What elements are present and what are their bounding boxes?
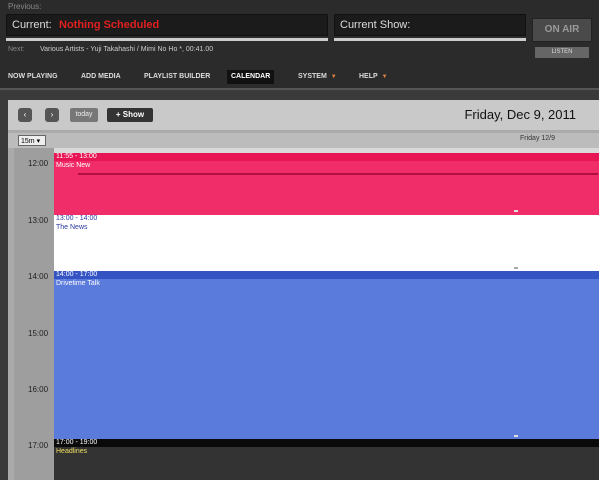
nav-divider bbox=[0, 88, 599, 90]
day-column-header: Friday 12/9 bbox=[520, 135, 556, 142]
nav-playlist-builder[interactable]: PLAYLIST BUILDER bbox=[140, 70, 214, 84]
current-progress-bar bbox=[6, 38, 328, 41]
current-show-label: Current Show: bbox=[340, 19, 411, 31]
event-time: 13:00 - 14:00 bbox=[54, 215, 599, 223]
plus-icon: + bbox=[115, 110, 121, 119]
nav-help[interactable]: HELP ▼ bbox=[355, 70, 392, 84]
nav-add-media[interactable]: ADD MEDIA bbox=[77, 70, 125, 84]
next-label: Next: bbox=[8, 46, 25, 53]
main-nav: NOW PLAYING ADD MEDIA PLAYLIST BUILDER C… bbox=[0, 67, 599, 87]
show-progress-bar bbox=[334, 38, 526, 41]
current-track-box: Current: Nothing Scheduled bbox=[6, 14, 328, 36]
today-button[interactable]: today bbox=[70, 108, 98, 122]
chevron-right-icon: › bbox=[50, 110, 54, 119]
calendar-event[interactable]: 11:55 - 13:00 Music New bbox=[54, 153, 599, 215]
resize-handle[interactable] bbox=[514, 210, 518, 212]
current-value: Nothing Scheduled bbox=[59, 19, 160, 31]
calendar-toolbar: ‹ › today + Show Friday, Dec 9, 2011 bbox=[8, 100, 599, 130]
nav-now-playing[interactable]: NOW PLAYING bbox=[4, 70, 62, 84]
event-title: Headlines bbox=[56, 448, 88, 455]
hour-label: 14:00 bbox=[28, 272, 49, 281]
nav-calendar[interactable]: CALENDAR bbox=[227, 70, 275, 84]
calendar-event[interactable]: 17:00 - 19:00 Headlines bbox=[54, 439, 599, 480]
calendar-date-title: Friday, Dec 9, 2011 bbox=[464, 107, 576, 122]
resize-handle[interactable] bbox=[514, 435, 518, 437]
prev-day-button[interactable]: ‹ bbox=[18, 108, 32, 122]
nav-label: SYSTEM bbox=[298, 73, 327, 80]
day-column[interactable]: 11:55 - 13:00 Music New 13:00 - 14:00 Th… bbox=[54, 148, 599, 480]
hour-label: 13:00 bbox=[28, 216, 49, 225]
event-overlap-line bbox=[78, 173, 598, 175]
nav-label: ADD MEDIA bbox=[81, 73, 121, 80]
add-show-label: Show bbox=[122, 110, 145, 119]
add-show-button[interactable]: + Show bbox=[107, 108, 153, 122]
nav-system[interactable]: SYSTEM ▼ bbox=[294, 70, 341, 84]
chevron-left-icon: ‹ bbox=[23, 110, 27, 119]
next-value: Various Artists - Yuji Takahashi / Mimi … bbox=[40, 46, 214, 53]
calendar-header-row bbox=[8, 133, 599, 148]
calendar-panel: ‹ › today + Show Friday, Dec 9, 2011 15m… bbox=[8, 100, 599, 480]
calendar-event[interactable]: 13:00 - 14:00 The News bbox=[54, 215, 599, 271]
time-gutter bbox=[14, 148, 54, 480]
slot-duration-select[interactable]: 15m ▾ bbox=[18, 135, 46, 146]
event-time: 17:00 - 19:00 bbox=[54, 439, 599, 447]
nav-label: PLAYLIST BUILDER bbox=[144, 73, 211, 80]
event-title: Music New bbox=[56, 162, 91, 169]
on-air-indicator: ON AIR bbox=[532, 18, 592, 42]
nav-label: HELP bbox=[359, 73, 378, 80]
caret-down-icon: ▼ bbox=[330, 74, 337, 80]
nav-label: NOW PLAYING bbox=[8, 73, 58, 80]
event-time: 11:55 - 13:00 bbox=[54, 153, 599, 161]
event-title: The News bbox=[56, 224, 88, 231]
event-title: Drivetime Talk bbox=[56, 280, 100, 287]
event-time: 14:00 - 17:00 bbox=[54, 271, 599, 279]
hour-label: 17:00 bbox=[28, 441, 49, 450]
previous-label: Previous: bbox=[8, 2, 42, 11]
next-day-button[interactable]: › bbox=[45, 108, 59, 122]
resize-handle[interactable] bbox=[514, 267, 518, 269]
current-label: Current: bbox=[12, 19, 52, 31]
hour-label: 16:00 bbox=[28, 385, 49, 394]
caret-down-icon: ▼ bbox=[381, 74, 388, 80]
calendar-event[interactable]: 14:00 - 17:00 Drivetime Talk bbox=[54, 271, 599, 439]
hour-label: 15:00 bbox=[28, 329, 49, 338]
hour-label: 12:00 bbox=[28, 159, 49, 168]
slot-value: 15m bbox=[21, 138, 35, 145]
current-show-box: Current Show: bbox=[334, 14, 526, 36]
nav-label: CALENDAR bbox=[231, 73, 271, 80]
listen-button[interactable]: LISTEN bbox=[535, 47, 589, 58]
